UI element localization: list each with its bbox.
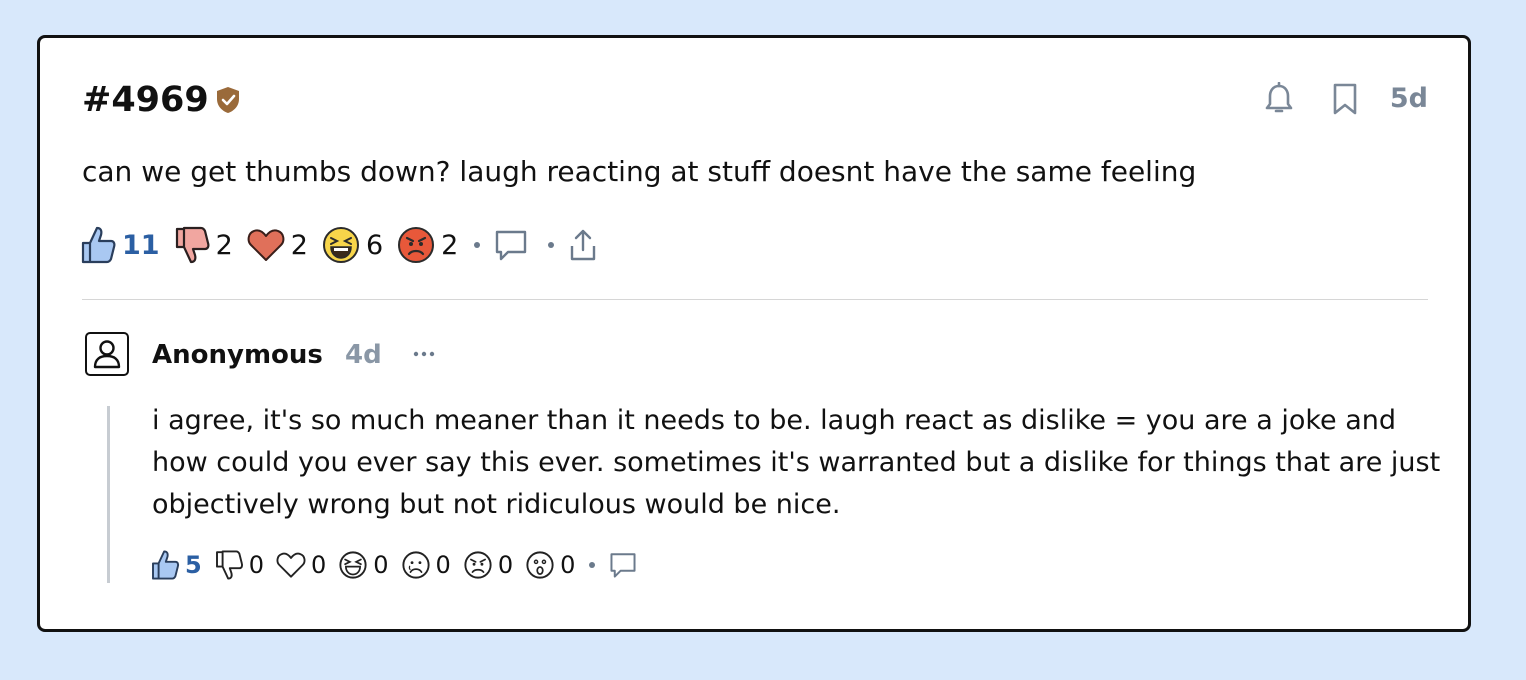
share-icon[interactable]: [568, 228, 598, 262]
shield-check-icon: [217, 87, 239, 113]
comment-body: i agree, it's so much meaner than it nee…: [152, 405, 1441, 520]
post-reactions: 11 2 2 6 2: [80, 223, 598, 267]
divider: [82, 299, 1428, 300]
post-top-actions: 5d: [1228, 82, 1428, 116]
thumbs-down-count: 0: [248, 551, 264, 579]
more-icon[interactable]: [412, 350, 436, 358]
separator-dot: [548, 242, 555, 248]
reaction-angry[interactable]: 0: [463, 550, 513, 580]
angry-count: 0: [497, 551, 514, 579]
reaction-heart[interactable]: 0: [276, 551, 326, 579]
heart-count: 2: [290, 229, 308, 261]
reaction-heart[interactable]: 2: [247, 227, 308, 263]
laugh-emoji-icon: [339, 551, 367, 579]
comment-icon[interactable]: [609, 551, 637, 579]
reaction-sad[interactable]: 0: [401, 550, 451, 580]
reaction-thumbs-down[interactable]: 0: [214, 549, 264, 581]
post-id[interactable]: #4969: [82, 78, 209, 122]
reaction-laugh[interactable]: 6: [322, 226, 383, 264]
post-card: #4969 5d can we get thumbs down? laugh r…: [37, 35, 1471, 632]
heart-icon: [276, 552, 306, 578]
heart-icon: [247, 229, 285, 261]
thumbs-up-icon: [81, 226, 116, 264]
reaction-surprised[interactable]: 0: [525, 550, 575, 580]
angry-emoji-icon: [464, 551, 492, 579]
sad-emoji-icon: [401, 551, 430, 579]
thumbs-up-count: 11: [122, 229, 160, 261]
heart-count: 0: [310, 551, 327, 579]
separator-dot: [589, 562, 596, 568]
comment-reactions: 5 0 0 0 0 0 0: [150, 547, 637, 583]
bell-icon[interactable]: [1264, 82, 1294, 116]
angry-emoji-icon: [398, 227, 435, 263]
comment-author[interactable]: Anonymous: [152, 338, 323, 372]
thumbs-down-icon: [215, 550, 243, 580]
thumbs-down-count: 2: [215, 229, 233, 261]
laugh-count: 0: [373, 551, 389, 579]
sad-count: 0: [435, 551, 451, 579]
laugh-emoji-icon: [322, 227, 359, 263]
avatar[interactable]: [85, 332, 129, 376]
thread-line[interactable]: [107, 406, 110, 583]
bookmark-icon[interactable]: [1330, 82, 1360, 116]
reaction-thumbs-up[interactable]: 5: [150, 549, 202, 581]
post-body: can we get thumbs down? laugh reacting a…: [82, 155, 1197, 188]
reaction-thumbs-down[interactable]: 2: [174, 225, 233, 265]
separator-dot: [474, 242, 481, 248]
comment-time: 4d: [345, 340, 382, 370]
laugh-count: 6: [365, 229, 384, 261]
reaction-angry[interactable]: 2: [397, 226, 458, 264]
reaction-thumbs-up[interactable]: 11: [80, 225, 160, 265]
surprised-emoji-icon: [526, 551, 554, 579]
post-time: 5d: [1389, 83, 1428, 114]
thumbs-up-count: 5: [185, 551, 202, 579]
thumbs-up-icon: [152, 550, 180, 580]
user-icon: [93, 340, 121, 369]
surprised-count: 0: [560, 551, 576, 579]
comment-icon[interactable]: [494, 228, 528, 262]
thumbs-down-icon: [175, 226, 210, 264]
reaction-laugh[interactable]: 0: [338, 550, 389, 580]
angry-count: 2: [441, 229, 459, 261]
